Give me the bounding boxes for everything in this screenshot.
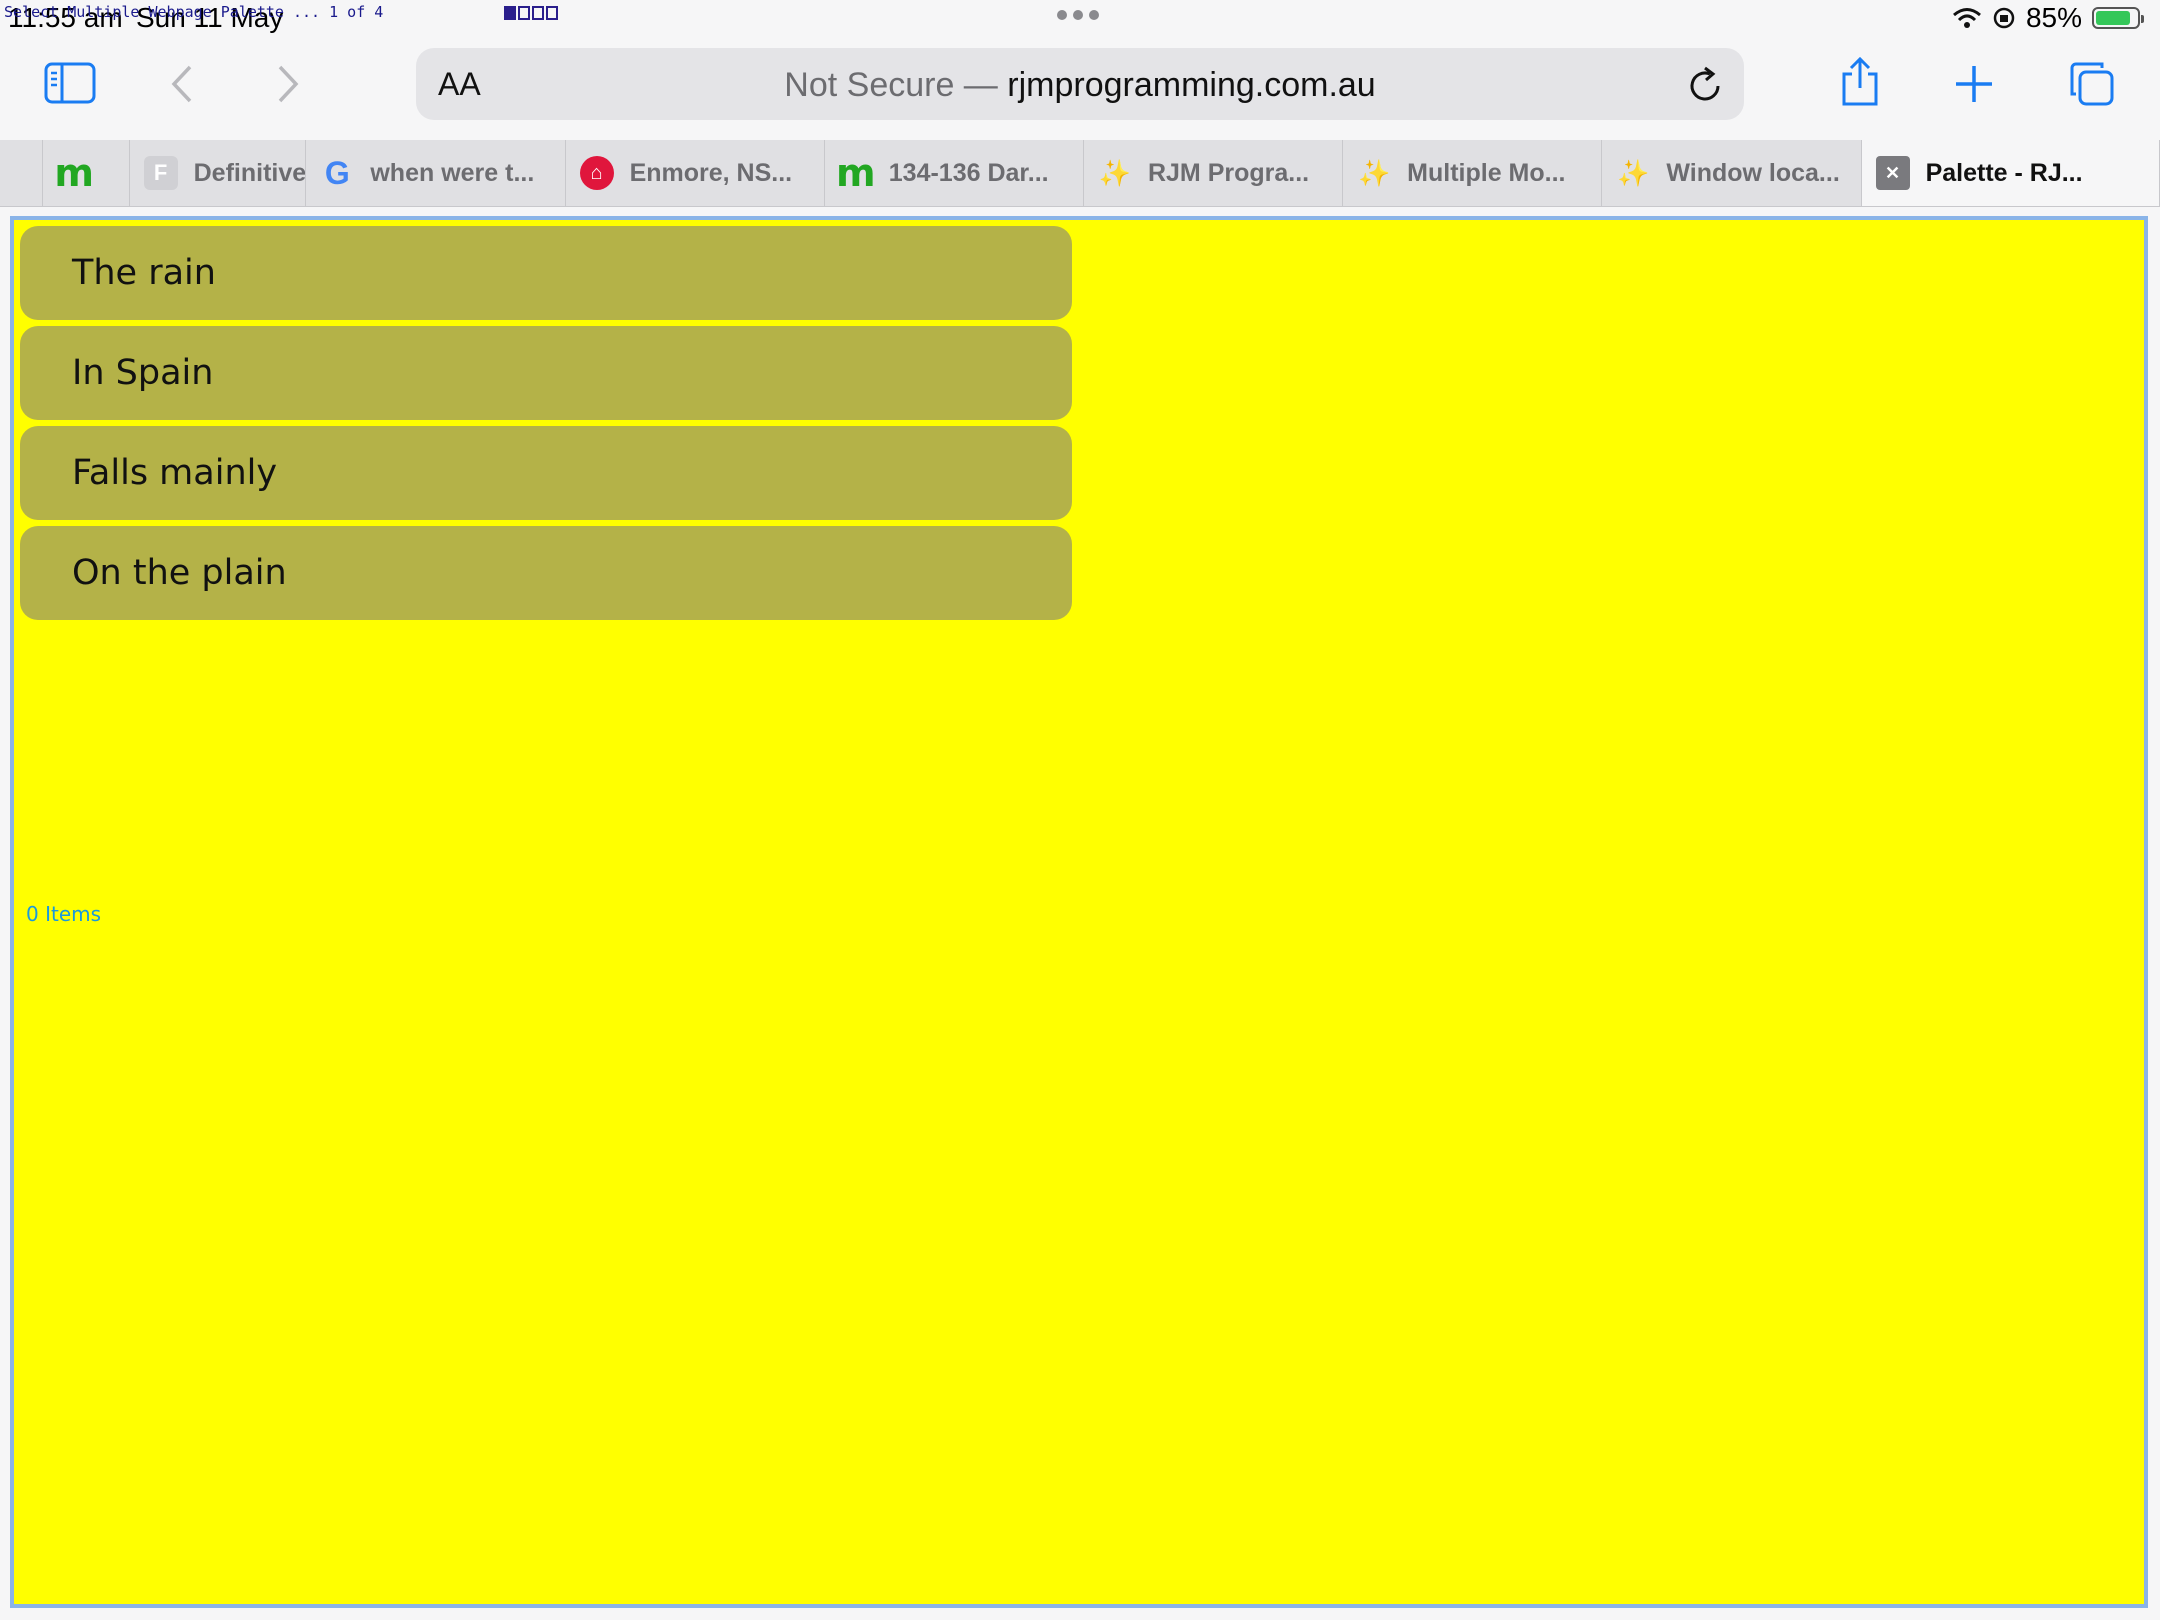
url-text[interactable]: Not Secure — rjmprogramming.com.au [416,66,1744,105]
webpage-content: The rain In Spain Falls mainly On the plain… [10,216,2148,1608]
page-indicator [504,6,560,20]
tab-bar: m F Definitive Gwhen were t... ⌂ Enmore, NS..… [0,140,2160,207]
items-count: 0 Items [26,902,102,926]
house-icon: ⌂ [579,156,614,190]
browser-tab[interactable]: m [43,140,130,206]
browser-tab[interactable]: F Definitive [130,140,307,206]
list-item-label: In Spain [72,353,214,393]
browser-tab[interactable]: ✨ Window loca... [1602,140,1862,206]
m-logo-icon: m [835,151,876,195]
multitasking-dots-icon[interactable] [1057,10,1099,20]
share-icon[interactable] [1838,56,1882,108]
chevron-left-icon[interactable] [170,64,194,104]
tab-label: when were t... [370,158,535,187]
page-indicator-box [504,6,516,20]
magic-wand-icon: ✨ [1357,157,1391,188]
tab-label: RJM Progra... [1147,158,1310,187]
page-indicator-box [518,6,530,20]
tab-label: Enmore, NS... [629,158,793,187]
plus-icon[interactable] [1954,64,1994,104]
browser-tab[interactable]: ⌂ Enmore, NS... [566,140,825,206]
tab-label: Palette - RJ... [1925,158,2083,187]
status-bar: 11:55 am Sun 11 May Select Multiple Webp… [0,0,2160,40]
magic-wand-icon: ✨ [1098,157,1132,188]
chevron-right-icon[interactable] [276,64,300,104]
close-icon[interactable]: ✕ [1875,156,1910,190]
list-item[interactable]: In Spain [20,326,1072,420]
battery-percent: 85% [2025,2,2082,33]
url-domain: rjmprogramming.com.au [1007,66,1376,104]
status-indicators: 85% [1952,2,2144,34]
page-indicator-box [546,6,558,20]
address-bar[interactable]: AA Not Secure — rjmprogramming.com.au [416,48,1744,120]
browser-toolbar: AA Not Secure — rjmprogramming.com.au [0,40,2160,140]
wifi-icon [1952,8,1981,28]
tab-label: Multiple Mo... [1407,158,1566,187]
magic-wand-icon: ✨ [1617,157,1650,188]
list-item[interactable]: On the plain [20,526,1072,620]
browser-tab[interactable]: ✕ Palette - RJ... [1861,140,2160,206]
tab-label: 134-136 Dar... [888,158,1049,187]
overlay-label: Select Multiple Webpage Palette ... 1 of… [4,3,384,21]
list-item[interactable]: Falls mainly [20,426,1072,520]
page-indicator-box [532,6,544,20]
list-item-label: The rain [72,253,216,293]
tab-label: Definitive [193,158,307,187]
sidebar-icon[interactable] [44,62,96,104]
security-warning: Not Secure — [784,66,1008,104]
battery-icon [2092,7,2144,29]
browser-tab[interactable]: m 134-136 Dar... [825,140,1084,206]
browser-tab[interactable]: ✨ Multiple Mo... [1343,140,1603,206]
list-item[interactable]: The rain [20,226,1072,320]
f-letter-icon: F [143,156,178,190]
browser-tab[interactable]: ✨ RJM Progra... [1084,140,1344,206]
browser-tab[interactable] [0,140,44,206]
tabs-icon[interactable] [2068,60,2116,108]
google-icon: G [324,154,350,191]
list-item-label: Falls mainly [72,453,278,493]
browser-tab[interactable]: Gwhen were t... [306,140,566,206]
list-item-label: On the plain [72,553,287,593]
orientation-lock-icon [1993,7,2015,29]
reload-icon[interactable] [1688,66,1724,104]
m-logo-icon: m [54,151,95,195]
tab-label: Window loca... [1666,158,1840,187]
